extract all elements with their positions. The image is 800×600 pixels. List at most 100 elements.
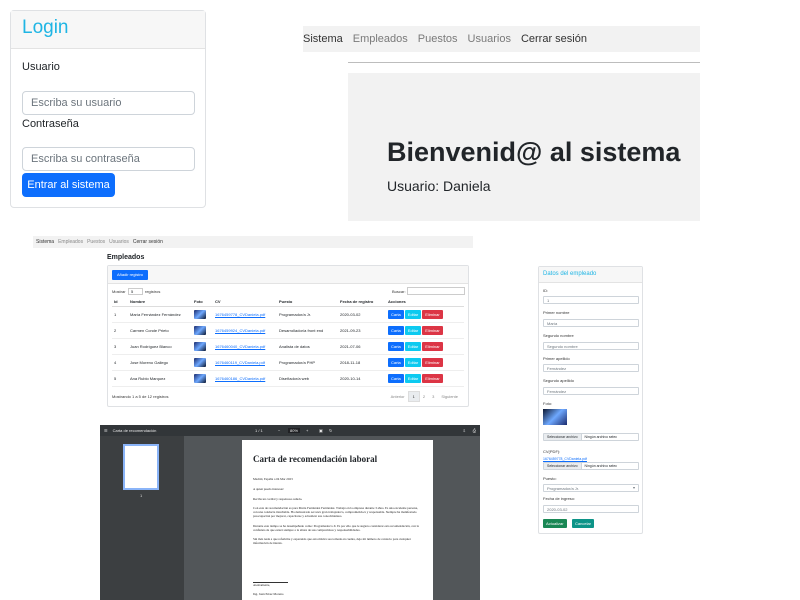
print-icon[interactable]: ⎙ (473, 428, 476, 433)
col-foto[interactable]: Foto (192, 297, 213, 307)
start-date-field[interactable]: 2020-03-02 (543, 505, 639, 513)
update-button[interactable]: Actualizar (543, 519, 567, 528)
col-id[interactable]: Id (112, 297, 128, 307)
letter-button[interactable]: Carta (388, 341, 404, 351)
cell-cv-text[interactable]: 1676460119_CVDaniela.pdf (215, 360, 265, 365)
nav-item-empleados[interactable]: Empleados (353, 33, 408, 45)
first-name-field[interactable]: María (543, 319, 639, 327)
fit-page-icon[interactable]: ▣ (319, 428, 323, 433)
delete-button[interactable]: Eliminar (422, 357, 443, 367)
pager-next[interactable]: Siguiente (437, 392, 462, 401)
letter-button[interactable]: Carta (388, 373, 404, 383)
cell-cv-text[interactable]: 1676460186_CVDaniela.pdf (215, 376, 265, 381)
login-card: Login Usuario Escriba su usuario Contras… (10, 10, 206, 208)
first-surname-label: Primer apellido (543, 356, 570, 361)
rotate-icon[interactable]: ↻ (329, 428, 332, 433)
thumbnail-page-number: 1 (140, 493, 143, 498)
small-nav-usuarios[interactable]: Usuarios (109, 239, 129, 245)
col-nombre[interactable]: Nombre (128, 297, 192, 307)
cell-cv-text[interactable]: 1676459778_CVDaniela.pdf (215, 312, 265, 317)
position-label: Puesto: (543, 476, 557, 481)
letter-button[interactable]: Carta (388, 357, 404, 367)
cv-file-input[interactable]: Seleccionar archivo Ningún archivo selec (543, 462, 639, 470)
id-field[interactable]: 1 (543, 296, 639, 304)
position-select[interactable]: Programador/a Jr. ▾ (543, 484, 639, 492)
cell-puesto: Programador/a Jr. (277, 306, 338, 323)
cell-acciones: Carta Editar Eliminar (386, 370, 464, 387)
pagination: Anterior 1 2 3 Siguiente (388, 391, 462, 402)
download-icon[interactable]: ⇩ (463, 428, 466, 433)
table-info: Mostrando 1 a 5 de 12 registros (112, 394, 169, 399)
small-nav-puestos[interactable]: Puestos (87, 239, 105, 245)
cell-id: 5 (112, 370, 128, 387)
nav-item-usuarios[interactable]: Usuarios (468, 33, 511, 45)
small-nav-empleados[interactable]: Empleados (58, 239, 83, 245)
pdf-toolbar: ☰ Carta de recomendación 1 / 1 − 80% + ▣… (100, 425, 480, 436)
cell-acciones: Carta Editar Eliminar (386, 338, 464, 355)
letter-button[interactable]: Carta (388, 325, 404, 335)
page-indicator[interactable]: 1 / 1 (255, 428, 263, 433)
cell-fecha-text: 2020-10-14 (340, 375, 361, 381)
cell-cv: 1676460186_CVDaniela.pdf (213, 370, 277, 387)
zoom-level[interactable]: 80% (288, 428, 301, 433)
menu-icon[interactable]: ☰ (104, 428, 108, 433)
cv-link[interactable]: 1676459778_CVDaniela.pdf (543, 457, 587, 461)
nav-brand[interactable]: Sistema (303, 33, 343, 45)
login-button[interactable]: Entrar al sistema (22, 173, 115, 197)
small-nav-brand[interactable]: Sistema (36, 239, 54, 245)
entries-select[interactable]: 5 (128, 288, 143, 295)
col-puesto[interactable]: Puesto (277, 297, 338, 307)
first-surname-field[interactable]: Fernández (543, 364, 639, 372)
photo-file-input[interactable]: Seleccionar archivo Ningún archivo selec (543, 433, 639, 441)
zoom-in-icon[interactable]: + (306, 428, 308, 433)
page-thumbnail[interactable] (123, 444, 159, 490)
add-record-button[interactable]: Añadir registro (112, 270, 149, 280)
show-suffix: registros (145, 289, 161, 294)
cell-nombre: Ana Rubio Marquez (128, 370, 192, 387)
table-search-input[interactable] (407, 287, 465, 295)
second-surname-field[interactable]: Fernández (543, 387, 639, 395)
password-input[interactable]: Escriba su contraseña (22, 147, 195, 171)
login-title: Login (22, 17, 69, 38)
edit-button[interactable]: Editar (404, 309, 422, 319)
edit-button[interactable]: Editar (404, 373, 422, 383)
delete-button[interactable]: Eliminar (422, 325, 443, 335)
delete-button[interactable]: Eliminar (422, 341, 443, 351)
cell-acciones: Carta Editar Eliminar (386, 354, 464, 371)
pager-prev[interactable]: Anterior (387, 392, 409, 401)
letter-button[interactable]: Carta (388, 309, 404, 319)
second-name-field[interactable]: Segundo nombre (543, 342, 639, 350)
col-fecha[interactable]: Fecha de registro (338, 297, 386, 307)
letter-closing: Atentamente, (253, 583, 271, 587)
nav-logout[interactable]: Cerrar sesión (521, 33, 587, 45)
cell-nombre-text: Ana Rubio Marquez (130, 375, 166, 381)
edit-button[interactable]: Editar (404, 341, 422, 351)
edit-button[interactable]: Editar (404, 325, 422, 335)
cell-puesto: Diseñador/a web (277, 370, 338, 387)
zoom-out-icon[interactable]: − (278, 428, 280, 433)
cv-file-button[interactable]: Seleccionar archivo (544, 463, 582, 469)
cell-cv-text[interactable]: 1676460040_CVDaniela.pdf (215, 344, 265, 349)
col-cv[interactable]: CV (213, 297, 277, 307)
pdf-thumbnail-sidebar: 1 (100, 436, 184, 600)
cell-cv-text[interactable]: 1676459924_CVDaniela.pdf (215, 328, 265, 333)
cell-id-text: 4 (114, 359, 117, 365)
cell-foto (192, 338, 213, 355)
delete-button[interactable]: Eliminar (422, 373, 443, 383)
photo-label: Foto: (543, 401, 553, 406)
username-input[interactable]: Escriba su usuario (22, 91, 195, 115)
cancel-button[interactable]: Cancelar (572, 519, 595, 528)
nav-item-puestos[interactable]: Puestos (418, 33, 458, 45)
photo-file-button[interactable]: Seleccionar archivo (544, 434, 582, 440)
letter-para-4: Sin más nada a que referirme y esperando… (253, 537, 411, 545)
edit-button[interactable]: Editar (404, 357, 422, 367)
table-row: 2 Carmen Conde Prieto 1676459924_CVDaniela… (112, 322, 464, 339)
delete-button[interactable]: Eliminar (422, 309, 443, 319)
cell-nombre-text: María Fernández Fernández (130, 311, 181, 317)
cell-puesto-text: Analista de datos (279, 343, 310, 349)
small-nav-logout[interactable]: Cerrar sesión (133, 239, 163, 245)
employee-photo-thumb (194, 309, 206, 319)
cell-fecha-text: 2018-11-18 (340, 359, 361, 365)
employee-photo (543, 409, 567, 425)
col-acciones[interactable]: Acciones (386, 297, 464, 307)
